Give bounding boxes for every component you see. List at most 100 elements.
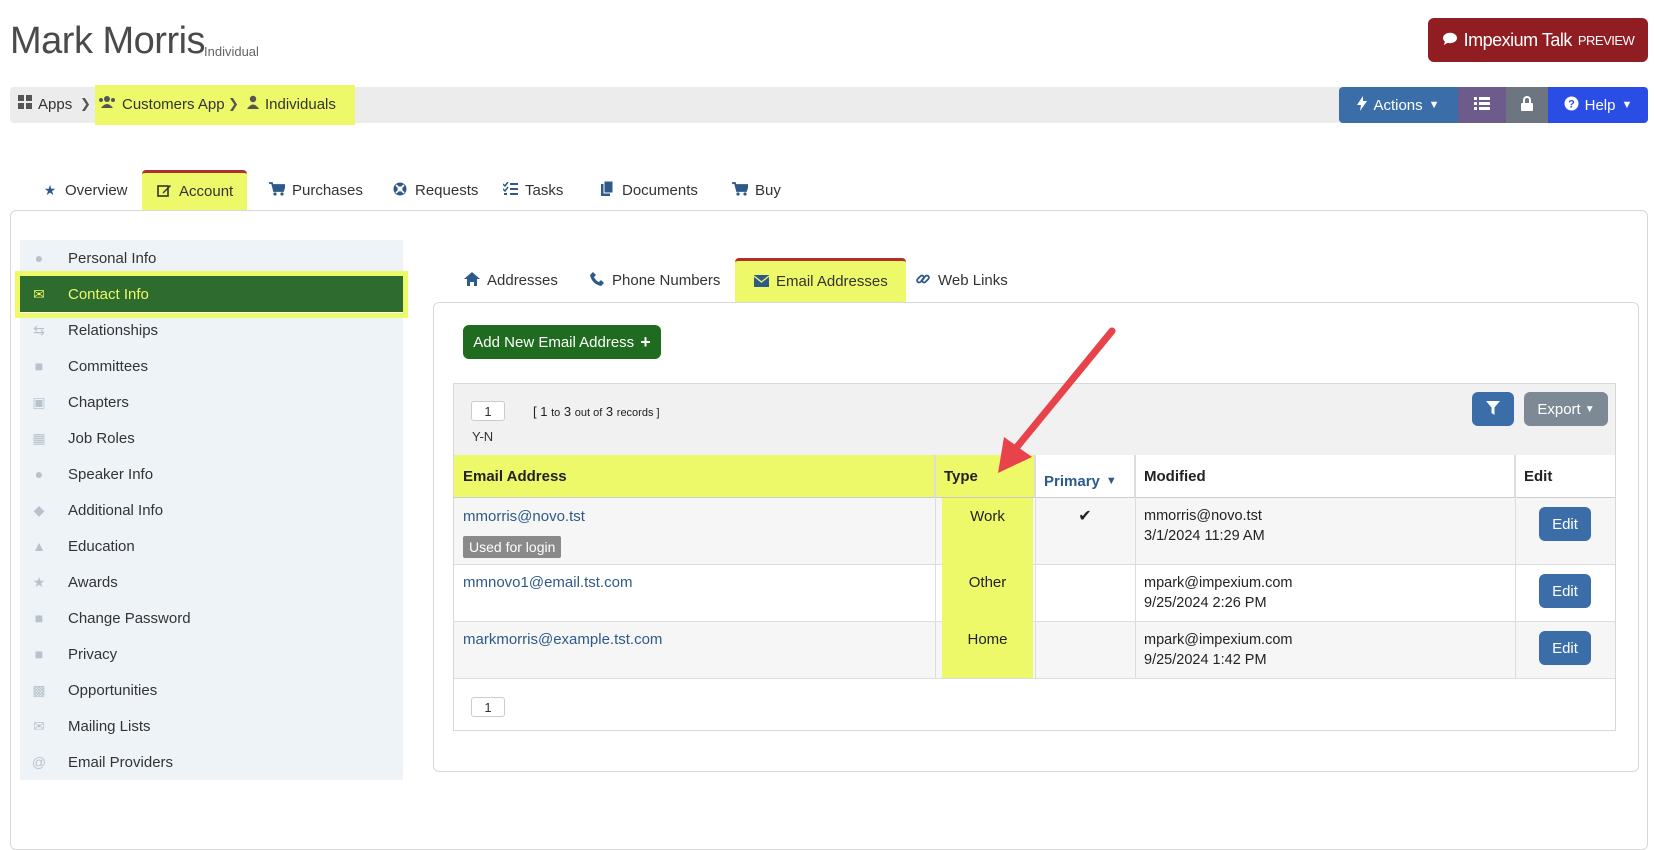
plus-icon: + xyxy=(640,331,651,352)
export-button[interactable]: Export ▼ xyxy=(1524,392,1608,426)
records-start: [ 1 xyxy=(533,404,548,419)
sidebar-item-committees[interactable]: ■ Committees xyxy=(20,348,403,385)
sidebar-item-additional-info[interactable]: ◆ Additional Info xyxy=(20,492,403,529)
tab-buy[interactable]: Buy xyxy=(718,170,795,210)
tab-label: Tasks xyxy=(525,181,564,199)
subtab-email-addresses[interactable]: Email Addresses xyxy=(735,258,906,302)
envelope-icon: ✉ xyxy=(33,285,45,302)
subtab-phone-numbers[interactable]: Phone Numbers xyxy=(571,258,738,302)
sidebar-item-label: Education xyxy=(68,537,135,555)
retweet-icon: ⇆ xyxy=(33,321,45,338)
subtab-label: Web Links xyxy=(938,271,1008,289)
talk-preview-badge: PREVIEW xyxy=(1577,32,1635,48)
sidebar-item-personal-info[interactable]: ● Personal Info xyxy=(20,240,403,277)
list-button[interactable] xyxy=(1458,87,1506,123)
tab-documents[interactable]: Documents xyxy=(585,170,712,210)
type-value: Other xyxy=(968,574,1007,591)
grid-icon xyxy=(18,95,32,113)
page-title: Mark Morris xyxy=(10,20,206,62)
sidebar-item-awards[interactable]: ★ Awards xyxy=(20,564,403,601)
envelope-icon: ✉ xyxy=(33,717,45,734)
envelope-icon xyxy=(753,274,769,290)
email-link[interactable]: mmnovo1@email.tst.com xyxy=(463,574,632,591)
email-link[interactable]: mmorris@novo.tst xyxy=(463,508,585,525)
sidebar-item-education[interactable]: ▲ Education xyxy=(20,528,403,565)
sidebar-item-privacy[interactable]: ■ Privacy xyxy=(20,636,403,673)
filter-button[interactable] xyxy=(1472,392,1514,426)
sitemap-icon: ▦ xyxy=(32,429,46,446)
modified-at: 9/25/2024 1:42 PM xyxy=(1144,652,1267,668)
question-circle-icon: ? xyxy=(1564,96,1579,115)
sidebar-item-speaker-info[interactable]: ● Speaker Info xyxy=(20,456,403,493)
tab-overview[interactable]: ★ Overview xyxy=(28,170,142,210)
lock-icon: ■ xyxy=(34,610,44,626)
filter-icon xyxy=(1486,400,1500,418)
page-number[interactable]: 1 xyxy=(471,401,505,421)
sidebar-item-label: Speaker Info xyxy=(68,465,154,483)
column-divider xyxy=(1515,455,1516,679)
help-label: Help xyxy=(1584,96,1616,114)
lock-button[interactable] xyxy=(1506,87,1548,123)
help-button[interactable]: ? Help ▼ xyxy=(1548,87,1648,123)
chevron-right-icon: ❯ xyxy=(228,96,239,111)
tasks-icon xyxy=(501,181,518,199)
at-icon: @ xyxy=(31,754,47,770)
actions-button[interactable]: Actions ▼ xyxy=(1339,87,1458,123)
subtab-addresses[interactable]: Addresses xyxy=(446,258,576,302)
breadcrumb-individuals[interactable]: Individuals xyxy=(247,95,336,113)
sidebar-item-opportunities[interactable]: ▩ Opportunities xyxy=(20,672,403,709)
breadcrumb-customers-app[interactable]: Customers App xyxy=(98,95,225,113)
type-value: Work xyxy=(970,508,1005,525)
subtab-label: Phone Numbers xyxy=(612,271,721,289)
graduation-cap-icon: ▲ xyxy=(32,538,46,554)
tab-label: Purchases xyxy=(292,181,363,199)
subtab-web-links[interactable]: Web Links xyxy=(897,258,1026,302)
sidebar-item-chapters[interactable]: ▣ Chapters xyxy=(20,384,403,421)
tab-tasks[interactable]: Tasks xyxy=(488,170,577,210)
chevron-down-icon: ▼ xyxy=(1584,403,1595,415)
records-to: to xyxy=(551,407,561,419)
modified-by: mpark@impexium.com xyxy=(1144,575,1293,591)
sidebar-item-label: Committees xyxy=(68,357,149,375)
sidebar-item-job-roles[interactable]: ▦ Job Roles xyxy=(20,420,403,457)
phone-icon xyxy=(589,271,605,289)
tab-requests[interactable]: Requests xyxy=(378,170,492,210)
tags-icon: ◆ xyxy=(33,501,45,518)
modified-by: mpark@impexium.com xyxy=(1144,632,1293,648)
life-ring-icon xyxy=(392,182,408,199)
sidebar-item-label: Additional Info xyxy=(68,501,164,519)
lock-icon: ■ xyxy=(34,646,44,662)
edit-button[interactable]: Edit xyxy=(1539,574,1591,608)
used-for-login-badge: Used for login xyxy=(463,536,562,558)
sidebar-item-label: Job Roles xyxy=(68,429,135,447)
add-new-email-address-button[interactable]: Add New Email Address + xyxy=(463,325,661,359)
sidebar-item-email-providers[interactable]: @ Email Providers xyxy=(20,744,403,781)
sidebar-item-label: Chapters xyxy=(68,393,129,411)
sidebar-item-contact-info[interactable]: ✉ Contact Info xyxy=(15,271,408,318)
user-icon xyxy=(247,95,259,113)
records-end: 3 xyxy=(563,404,572,419)
sidebar-item-relationships[interactable]: ⇆ Relationships xyxy=(20,312,403,349)
email-link[interactable]: markmorris@example.tst.com xyxy=(463,631,662,648)
tab-label: Buy xyxy=(755,181,781,199)
list-icon xyxy=(1474,97,1490,113)
add-button-label: Add New Email Address xyxy=(473,333,635,351)
breadcrumb-apps[interactable]: Apps xyxy=(18,95,72,113)
bottom-page-number[interactable]: 1 xyxy=(471,697,505,717)
sidebar-item-change-password[interactable]: ■ Change Password xyxy=(20,600,403,637)
records-suffix: records ] xyxy=(616,407,660,419)
users-icon xyxy=(98,95,116,113)
sidebar-item-mailing-lists[interactable]: ✉ Mailing Lists xyxy=(20,708,403,745)
sidebar-item-label: Change Password xyxy=(68,609,191,627)
sidebar-item-label: Privacy xyxy=(68,645,118,663)
column-modified[interactable]: Modified xyxy=(1135,455,1515,498)
edit-button[interactable]: Edit xyxy=(1539,507,1591,541)
tab-account[interactable]: Account xyxy=(142,170,248,210)
impexium-talk-button[interactable]: Impexium Talk PREVIEW xyxy=(1428,18,1648,62)
column-email-address[interactable]: Email Address xyxy=(454,455,935,498)
edit-button[interactable]: Edit xyxy=(1539,631,1591,665)
sidebar-item-label: Relationships xyxy=(68,321,159,339)
tab-purchases[interactable]: Purchases xyxy=(255,170,377,210)
sidebar-item-label: Opportunities xyxy=(68,681,158,699)
bolt-icon xyxy=(1357,95,1368,115)
